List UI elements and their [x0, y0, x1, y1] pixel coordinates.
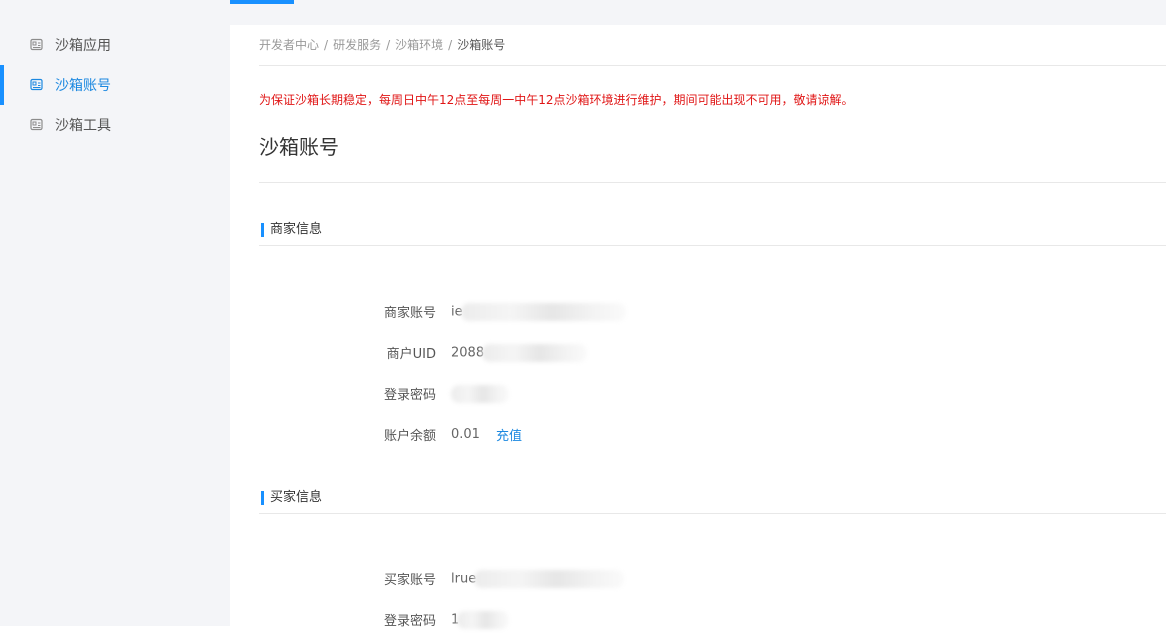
sidebar-item-sandbox-app[interactable]: 沙箱应用: [0, 25, 230, 65]
sidebar-item-label: 沙箱账号: [55, 78, 111, 94]
page-title: 沙箱账号: [259, 134, 1166, 183]
merchant-uid-value[interactable]: 2088: [451, 343, 588, 362]
field-label: 登录密码: [383, 614, 436, 629]
breadcrumb-separator: /: [324, 38, 329, 52]
merchant-password-row: 登录密码: [259, 373, 1166, 414]
redacted-block: [460, 302, 626, 321]
merchant-password-value[interactable]: [451, 384, 509, 403]
sidebar-item-sandbox-account[interactable]: 沙箱账号: [0, 65, 230, 105]
redacted-block: [474, 569, 625, 588]
field-label: 商户UID: [386, 347, 436, 362]
merchant-balance-row: 账户余额 0.01 充值: [259, 414, 1166, 455]
breadcrumb-separator: /: [386, 38, 391, 52]
breadcrumb: 开发者中心 / 研发服务 / 沙箱环境 / 沙箱账号: [259, 25, 1166, 66]
breadcrumb-link-developer-center[interactable]: 开发者中心: [259, 38, 319, 52]
top-nav-bar: [0, 0, 1166, 25]
sidebar-item-label: 沙箱工具: [55, 118, 111, 134]
buyer-info-header: 买家信息: [259, 483, 1166, 514]
section-title: 买家信息: [270, 490, 323, 505]
redacted-block: [451, 384, 509, 403]
recharge-link[interactable]: 充值: [496, 425, 522, 444]
breadcrumb-link-rd-service[interactable]: 研发服务: [333, 38, 381, 52]
merchant-balance-value: 0.01: [451, 427, 480, 442]
breadcrumb-separator: /: [448, 38, 453, 52]
redacted-block: [482, 343, 588, 362]
top-nav-active-indicator: [230, 0, 294, 4]
sidebar-item-sandbox-tool[interactable]: 沙箱工具: [0, 105, 230, 145]
merchant-account-row: 商家账号 ie: [259, 291, 1166, 332]
section-title: 商家信息: [270, 222, 323, 237]
app-icon: [30, 38, 44, 52]
tool-icon: [30, 118, 44, 132]
breadcrumb-link-sandbox-env[interactable]: 沙箱环境: [395, 38, 443, 52]
section-accent-bar: [261, 491, 264, 505]
sidebar: 沙箱应用 沙箱账号 沙箱工具: [0, 25, 230, 626]
buyer-account-row: 买家账号 lrue: [259, 558, 1166, 599]
sidebar-item-label: 沙箱应用: [55, 38, 111, 54]
field-label: 商家账号: [383, 306, 436, 321]
merchant-info-header: 商家信息: [259, 215, 1166, 246]
section-accent-bar: [261, 223, 264, 237]
merchant-account-value[interactable]: ie: [451, 302, 626, 321]
maintenance-notice: 为保证沙箱长期稳定，每周日中午12点至每周一中午12点沙箱环境进行维护，期间可能…: [259, 93, 854, 107]
field-label: 买家账号: [383, 573, 436, 588]
account-icon: [30, 78, 44, 92]
main-content: 开发者中心 / 研发服务 / 沙箱环境 / 沙箱账号 为保证沙箱长期稳定，每周日中午12点至…: [259, 25, 1166, 640]
field-label: 登录密码: [383, 388, 436, 403]
buyer-account-value[interactable]: lrue: [451, 569, 625, 588]
merchant-uid-row: 商户UID 2088: [259, 332, 1166, 373]
field-label: 账户余额: [383, 429, 436, 444]
buyer-password-row: 登录密码 1: [259, 599, 1166, 640]
breadcrumb-current: 沙箱账号: [457, 38, 506, 52]
